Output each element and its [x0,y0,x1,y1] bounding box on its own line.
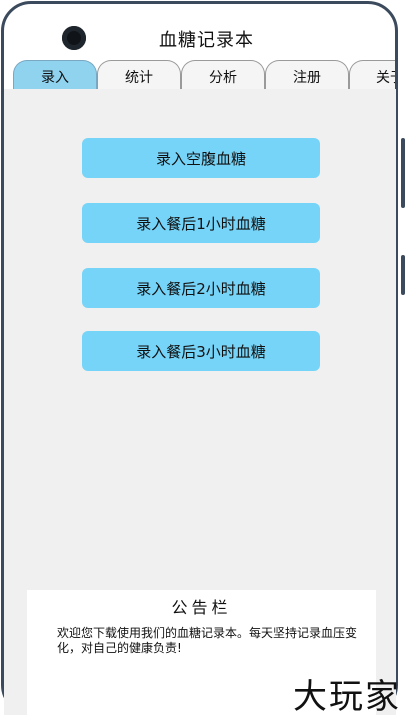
record-3h-postmeal-button[interactable]: 录入餐后3小时血糖 [82,331,320,371]
power-button [401,255,405,295]
tab-register[interactable]: 注册 [265,60,349,92]
watermark-logo: 大玩家 [293,677,401,717]
record-1h-postmeal-button[interactable]: 录入餐后1小时血糖 [82,203,320,243]
notice-title: 公告栏 [171,598,232,617]
record-fasting-button[interactable]: 录入空腹血糖 [82,138,320,178]
volume-button [401,138,405,208]
tab-analysis[interactable]: 分析 [181,60,265,92]
tab-record[interactable]: 录入 [13,60,97,92]
tab-statistics[interactable]: 统计 [97,60,181,92]
record-2h-postmeal-button[interactable]: 录入餐后2小时血糖 [82,268,320,308]
app-title: 血糖记录本 [159,30,254,51]
notice-text: 欢迎您下载使用我们的血糖记录本。每天坚持记录血压变化，对自己的健康负责! [57,626,358,655]
tab-about[interactable]: 关于 [349,60,395,92]
